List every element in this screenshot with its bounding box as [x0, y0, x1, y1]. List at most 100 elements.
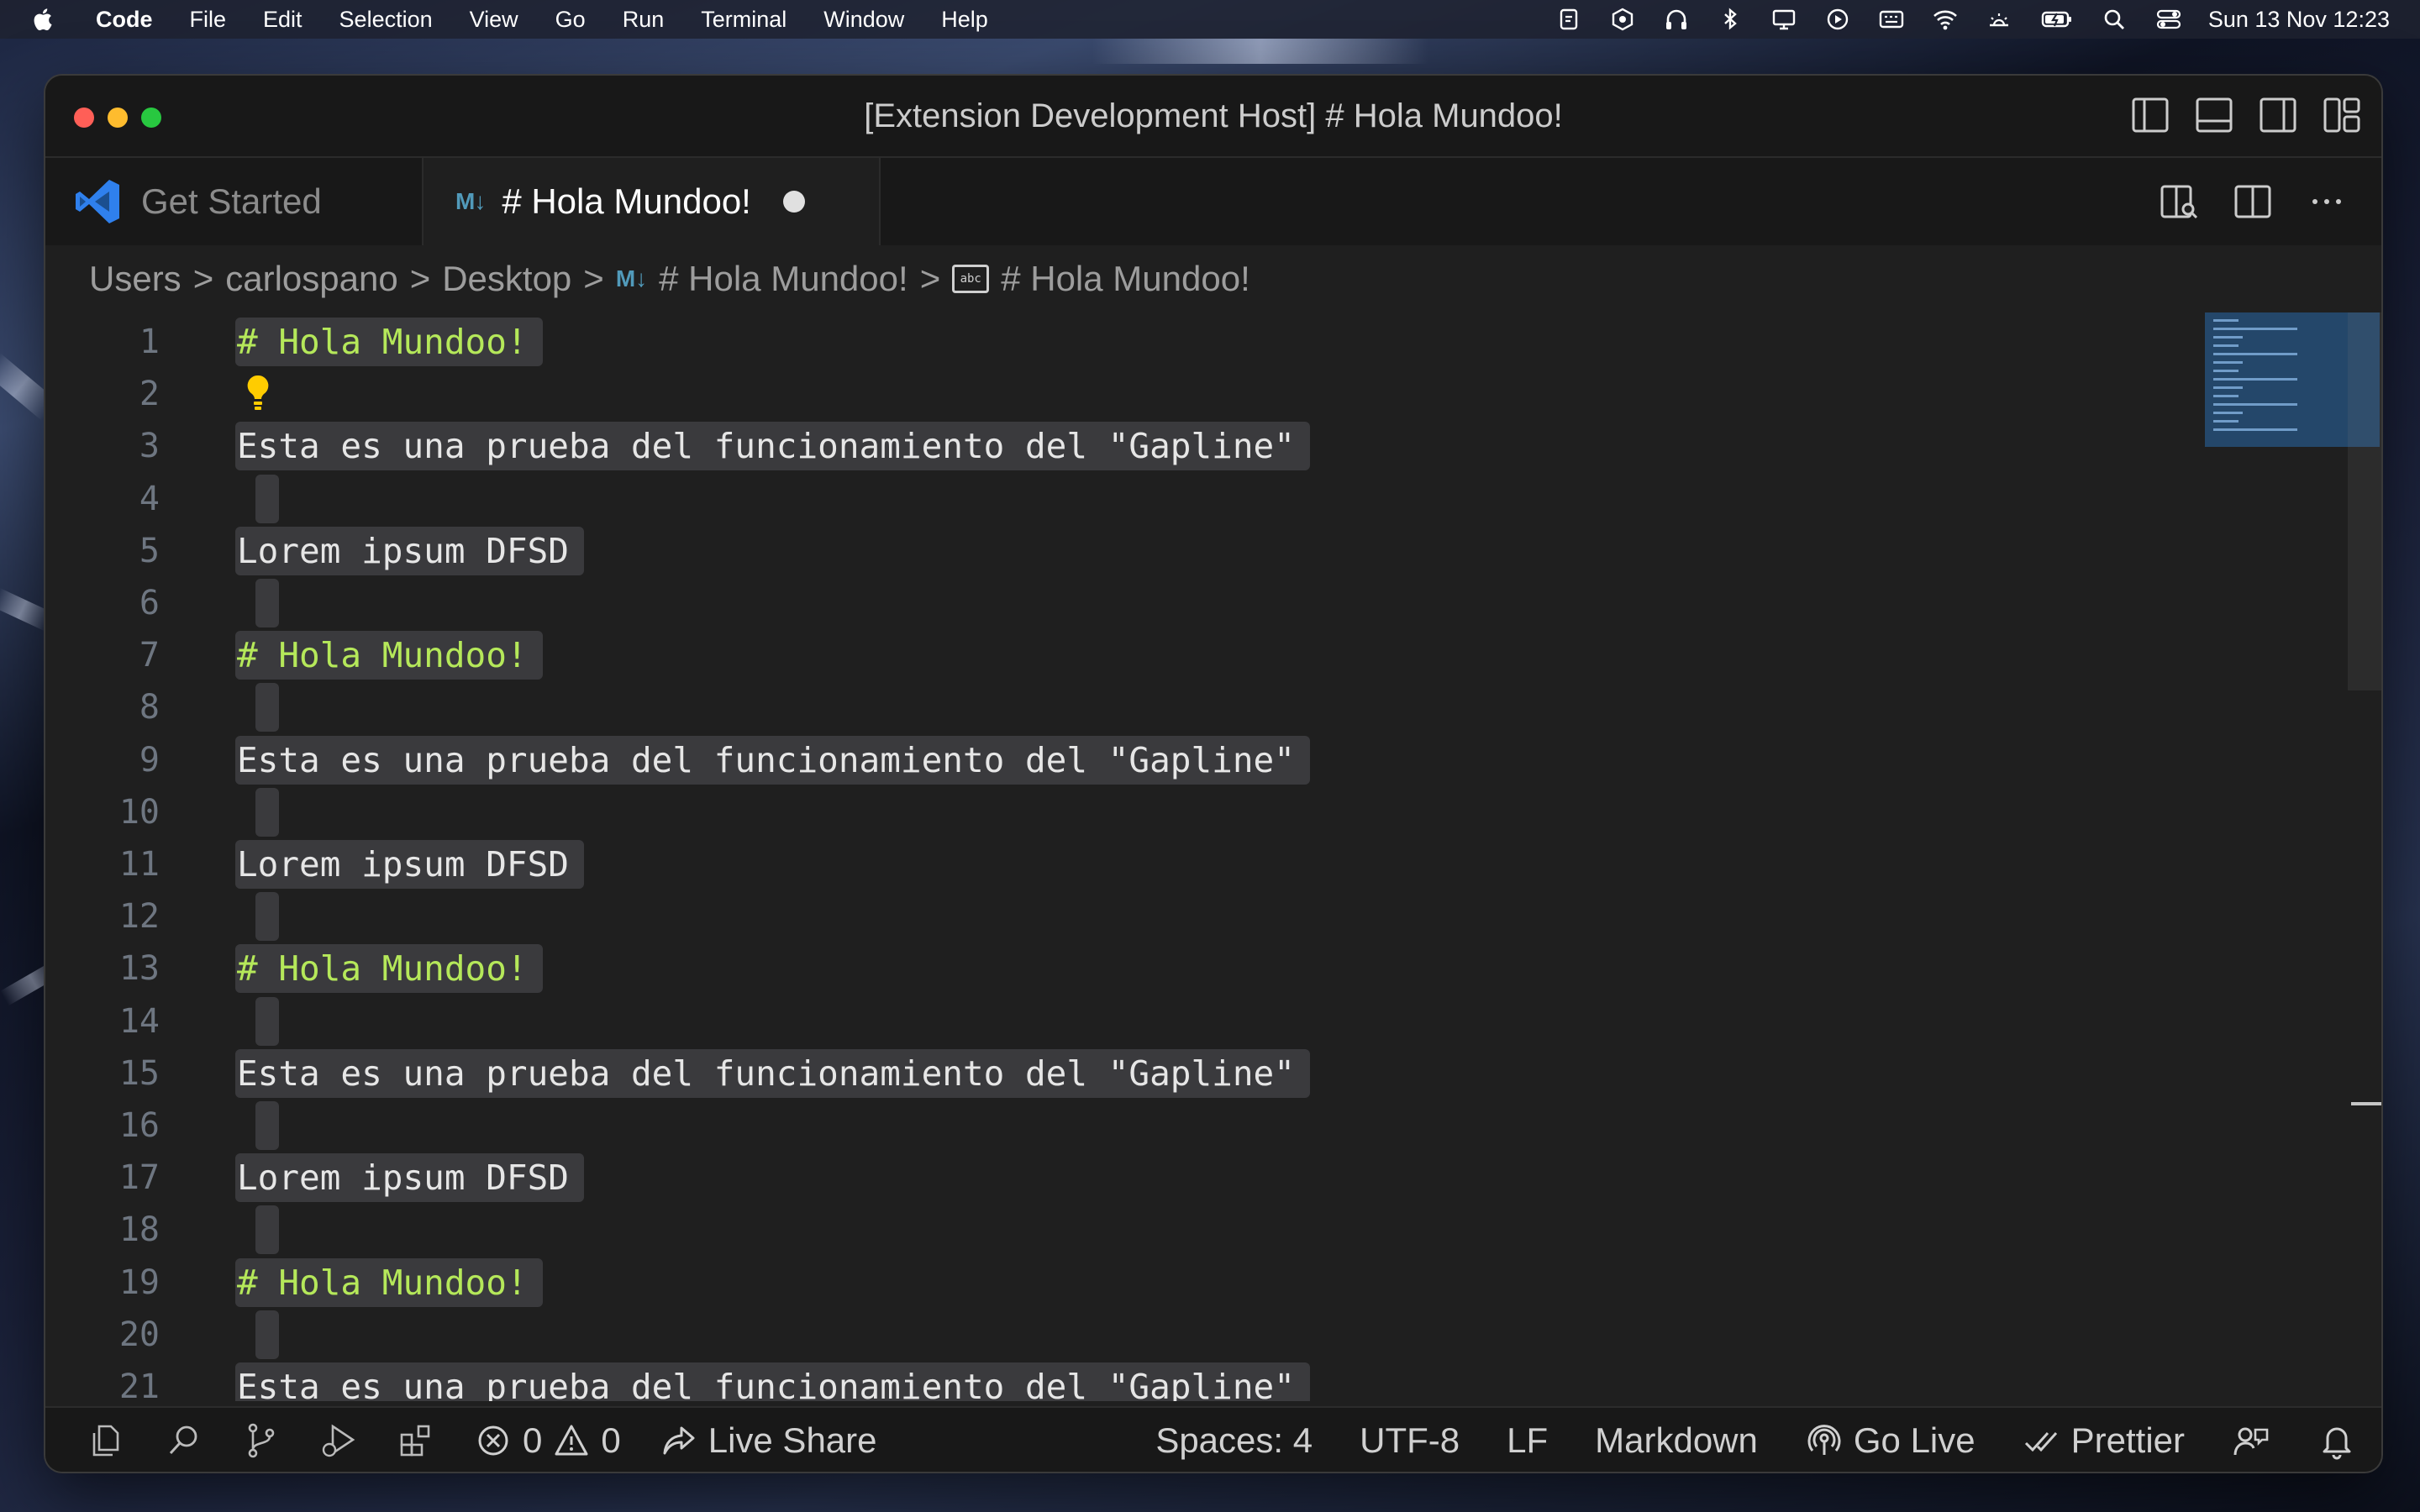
menu-selection[interactable]: Selection	[321, 7, 451, 33]
unsaved-dot-icon[interactable]	[782, 191, 805, 213]
tab-hola-mundoo[interactable]: M↓ # Hola Mundoo!	[424, 158, 881, 245]
live-share-button[interactable]: Live Share	[660, 1420, 877, 1461]
markdown-heading-text[interactable]: # Hola Mundoo!	[235, 944, 543, 994]
tab-get-started[interactable]: Get Started	[45, 158, 424, 245]
editor-line[interactable]: 8	[45, 681, 2196, 733]
search-icon[interactable]	[165, 1421, 203, 1460]
minimap-line	[2213, 386, 2243, 389]
line-number: 15	[118, 1053, 160, 1093]
wifi-icon[interactable]	[1931, 7, 1960, 32]
script-icon[interactable]	[1555, 7, 1583, 32]
code-text[interactable]: Esta es una prueba del funcionamiento de…	[235, 1048, 1310, 1098]
breadcrumb-carlospano[interactable]: carlospano	[225, 259, 397, 299]
breadcrumb-desktop[interactable]: Desktop	[442, 259, 571, 299]
menu-app-name[interactable]: Code	[77, 7, 171, 33]
toggle-primary-sidebar-icon[interactable]	[2129, 94, 2171, 136]
editor-line[interactable]: 19 # Hola Mundoo!	[45, 1257, 2196, 1309]
battery-icon[interactable]	[2039, 7, 2075, 32]
keyboard-icon[interactable]	[1877, 7, 1906, 32]
code-text[interactable]: Lorem ipsum DFSD	[235, 526, 584, 575]
source-control-icon[interactable]	[242, 1421, 281, 1460]
prettier-button[interactable]: Prettier	[2023, 1420, 2185, 1461]
code-text[interactable]: Esta es una prueba del funcionamiento de…	[235, 1362, 1310, 1401]
editor-line[interactable]: 15 Esta es una prueba del funcionamiento …	[45, 1047, 2196, 1100]
editor-line[interactable]: 7 # Hola Mundoo!	[45, 629, 2196, 681]
code-text[interactable]: Lorem ipsum DFSD	[235, 1153, 584, 1203]
wallpaper-streak	[1092, 39, 1428, 64]
editor-line[interactable]: 3 Esta es una prueba del funcionamiento d…	[45, 420, 2196, 472]
editor-line[interactable]: 21 Esta es una prueba del funcionamiento …	[45, 1361, 2196, 1401]
encoding-indicator[interactable]: UTF-8	[1360, 1420, 1460, 1461]
tab-label: Get Started	[141, 181, 322, 221]
editor-line[interactable]: 14	[45, 995, 2196, 1047]
menu-go[interactable]: Go	[537, 7, 604, 33]
minimap-line	[2213, 370, 2238, 372]
breadcrumb-file[interactable]: # Hola Mundoo!	[659, 259, 908, 299]
brightness-icon[interactable]	[1985, 7, 2013, 32]
open-preview-icon[interactable]	[2158, 181, 2200, 223]
breadcrumb-users[interactable]: Users	[89, 259, 182, 299]
menu-help[interactable]: Help	[923, 7, 1007, 33]
code-text[interactable]: Esta es una prueba del funcionamiento de…	[235, 735, 1310, 785]
accounts-feedback-icon[interactable]	[2232, 1421, 2270, 1460]
eol-indicator[interactable]: LF	[1507, 1420, 1548, 1461]
markdown-heading-text[interactable]: # Hola Mundoo!	[235, 631, 543, 680]
menu-window[interactable]: Window	[805, 7, 923, 33]
editor-line[interactable]: 13 # Hola Mundoo!	[45, 942, 2196, 995]
play-circle-icon[interactable]	[1823, 7, 1852, 32]
line-number: 19	[118, 1263, 160, 1302]
editor-line[interactable]: 16	[45, 1100, 2196, 1152]
apple-icon[interactable]	[30, 7, 54, 32]
line-number: 21	[118, 1368, 160, 1401]
menu-run[interactable]: Run	[604, 7, 683, 33]
vertical-scrollbar-thumb[interactable]	[2348, 312, 2381, 690]
run-debug-icon[interactable]	[319, 1421, 358, 1460]
indentation-indicator[interactable]: Spaces: 4	[1155, 1420, 1313, 1461]
lightbulb-icon[interactable]	[244, 373, 272, 413]
markdown-heading-text[interactable]: # Hola Mundoo!	[235, 1257, 543, 1307]
editor-line[interactable]: 9 Esta es una prueba del funcionamiento d…	[45, 734, 2196, 786]
spotlight-search-icon[interactable]	[2101, 7, 2129, 32]
editor-line[interactable]: 20	[45, 1309, 2196, 1361]
extension-hexagon-icon[interactable]	[1608, 7, 1637, 32]
editor-area[interactable]: 1 # Hola Mundoo! 2 3 Esta es una prueba del …	[45, 312, 2381, 1401]
menu-edit[interactable]: Edit	[245, 7, 321, 33]
bluetooth-icon[interactable]	[1716, 7, 1744, 32]
live-share-icon	[663, 1426, 695, 1455]
line-number: 20	[118, 1315, 160, 1354]
headphones-icon[interactable]	[1662, 7, 1691, 32]
editor-line[interactable]: 17 Lorem ipsum DFSD	[45, 1152, 2196, 1204]
editor-line[interactable]: 12	[45, 890, 2196, 942]
toggle-secondary-sidebar-icon[interactable]	[2257, 94, 2299, 136]
menubar-clock[interactable]: Sun 13 Nov 12:23	[2208, 7, 2390, 33]
display-icon[interactable]	[1770, 7, 1798, 32]
extensions-icon[interactable]	[397, 1421, 435, 1460]
editor-line[interactable]: 4	[45, 473, 2196, 525]
window-title: [Extension Development Host] # Hola Mund…	[864, 97, 1563, 134]
problems-indicator[interactable]: 0 0	[474, 1420, 621, 1461]
customize-layout-icon[interactable]	[2321, 94, 2363, 136]
markdown-heading-text[interactable]: # Hola Mundoo!	[235, 318, 543, 366]
notifications-bell-icon[interactable]	[2317, 1421, 2356, 1460]
editor-line[interactable]: 11 Lorem ipsum DFSD	[45, 838, 2196, 890]
toggle-panel-icon[interactable]	[2193, 94, 2235, 136]
control-center-icon[interactable]	[2154, 7, 2183, 32]
menu-view[interactable]: View	[451, 7, 537, 33]
code-text[interactable]: Lorem ipsum DFSD	[235, 840, 584, 889]
language-mode-indicator[interactable]: Markdown	[1595, 1420, 1758, 1461]
editor-line[interactable]: 5 Lorem ipsum DFSD	[45, 525, 2196, 577]
explorer-icon[interactable]	[87, 1421, 126, 1460]
editor-line[interactable]: 2	[45, 368, 2196, 420]
code-text[interactable]: Esta es una prueba del funcionamiento de…	[235, 422, 1310, 471]
title-bar: [Extension Development Host] # Hola Mund…	[45, 76, 2381, 158]
go-live-button[interactable]: Go Live	[1805, 1420, 1975, 1461]
editor-line[interactable]: 6	[45, 577, 2196, 629]
split-editor-icon[interactable]	[2232, 181, 2274, 223]
editor-line[interactable]: 18	[45, 1204, 2196, 1256]
more-actions-icon[interactable]	[2306, 181, 2348, 223]
breadcrumb-symbol[interactable]: # Hola Mundoo!	[1001, 259, 1250, 299]
editor-line[interactable]: 10	[45, 786, 2196, 838]
menu-file[interactable]: File	[171, 7, 245, 33]
editor-line[interactable]: 1 # Hola Mundoo!	[45, 316, 2196, 368]
menu-terminal[interactable]: Terminal	[682, 7, 805, 33]
